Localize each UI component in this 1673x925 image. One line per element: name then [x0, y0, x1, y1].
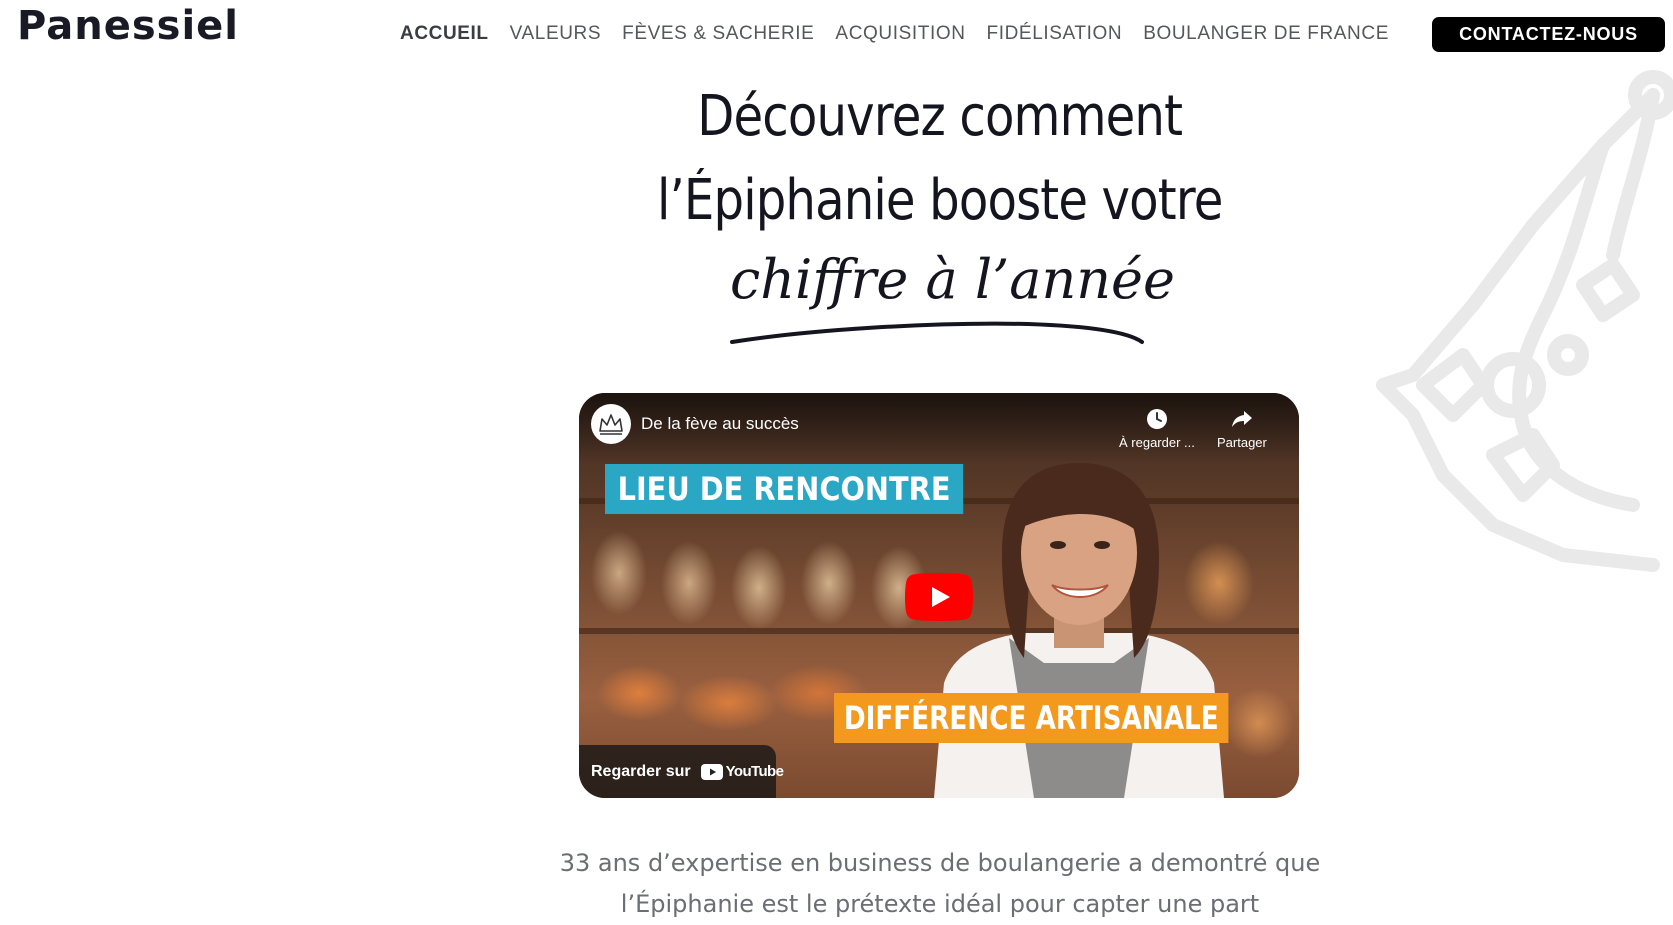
watch-on-label: Regarder sur — [591, 762, 691, 780]
intro-paragraph: 33 ans d’expertise en business de boulan… — [540, 843, 1340, 925]
crown-logo-icon — [599, 414, 623, 435]
hero-title-line-1: Découvrez comment — [697, 84, 1183, 149]
contact-button[interactable]: CONTACTEZ-NOUS — [1432, 17, 1665, 52]
intro-line-1: 33 ans d’expertise en business de boulan… — [559, 849, 1321, 877]
video-player[interactable]: De la fève au succès À regarder ... Part… — [579, 393, 1299, 798]
clock-icon — [1146, 409, 1167, 429]
nav-item-fidelisation[interactable]: FIDÉLISATION — [987, 23, 1123, 45]
nav-item-accueil[interactable]: ACCUEIL — [400, 23, 489, 45]
youtube-logo: YouTube — [700, 763, 784, 780]
nav-item-acquisition[interactable]: ACQUISITION — [835, 23, 965, 45]
channel-avatar[interactable] — [591, 404, 631, 444]
hero-script-highlight: chiffre à l’année — [730, 248, 1175, 311]
underline-swash-icon — [730, 321, 1144, 344]
banner-lieu-de-rencontre: LIEU DE RENCONTRE — [605, 464, 964, 514]
nav-item-boulanger-de-france[interactable]: BOULANGER DE FRANCE — [1143, 23, 1389, 45]
youtube-icon — [700, 763, 723, 780]
video-title[interactable]: De la fève au succès — [641, 414, 799, 434]
nav-item-valeurs[interactable]: VALEURS — [510, 23, 602, 45]
watch-on-youtube-button[interactable]: Regarder sur YouTube — [579, 745, 784, 798]
main-nav: ACCUEIL VALEURS FÈVES & SACHERIE ACQUISI… — [400, 18, 1410, 50]
banner-difference-artisanale: DIFFÉRENCE ARTISANALE — [834, 693, 1229, 743]
hero-title-line-2: l’Épiphanie booste votre — [656, 168, 1223, 233]
intro-line-2: l’Épiphanie est le prétexte idéal pour c… — [620, 890, 1260, 918]
play-icon[interactable] — [905, 573, 973, 621]
youtube-wordmark: YouTube — [725, 763, 784, 780]
share-arrow-icon — [1231, 411, 1252, 427]
nav-item-feves-sacherie[interactable]: FÈVES & SACHERIE — [622, 23, 814, 45]
site-logo[interactable]: Panessiel — [17, 2, 239, 50]
